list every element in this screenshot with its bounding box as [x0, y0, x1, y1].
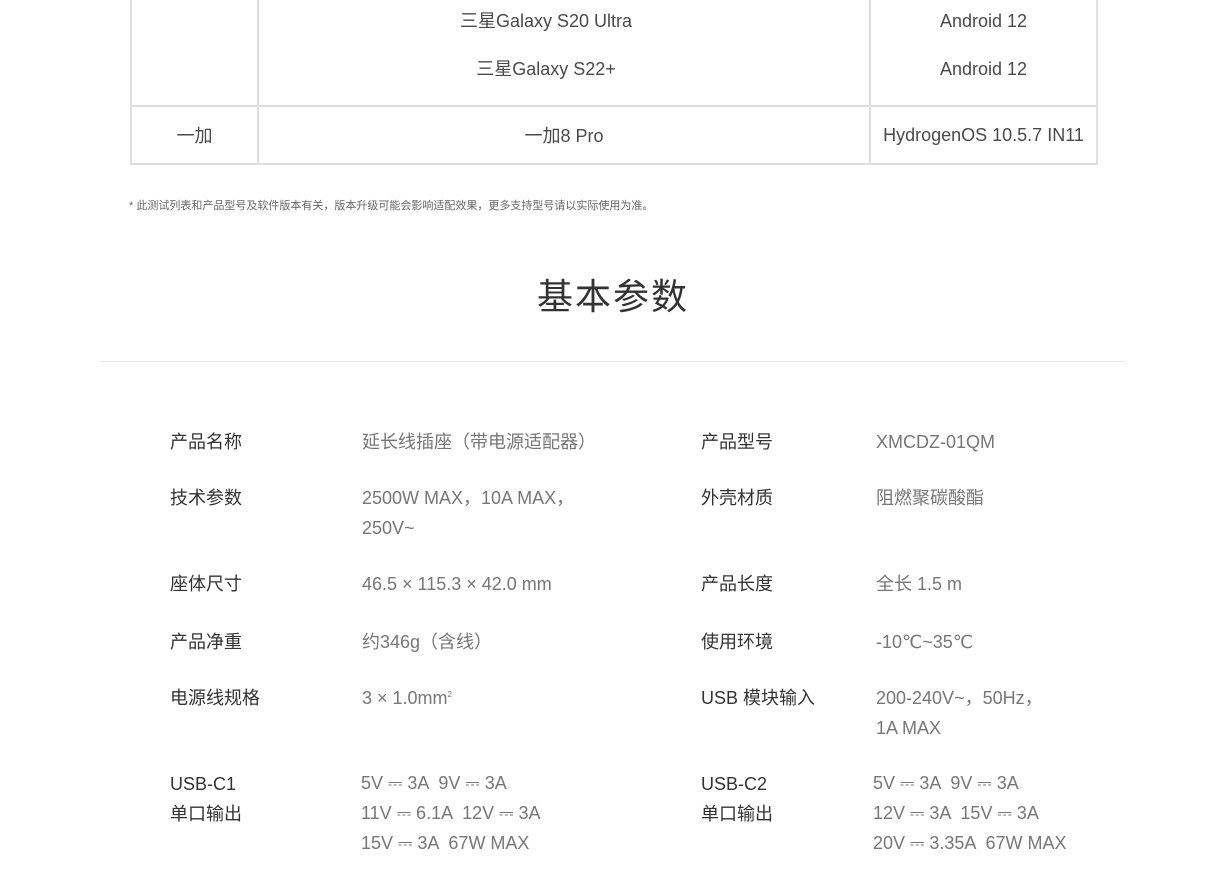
spec-label-name: 产品名称 [170, 432, 242, 452]
spec-label-usb-c1: USB-C1 单口输出 [170, 774, 242, 824]
spec-value-name: 延长线插座（带电源适配器） [362, 432, 596, 452]
section-divider [100, 361, 1126, 362]
system-cell: HydrogenOS 10.5.7 IN11 [869, 105, 1098, 165]
spec-value-size: 46.5 × 115.3 × 42.0 mm [362, 574, 552, 594]
spec-label-model: 产品型号 [701, 432, 773, 452]
spec-label-tech: 技术参数 [170, 488, 242, 508]
spec-label-cable: 电源线规格 [170, 688, 260, 708]
spec-value-tech: 2500W MAX，10A MAX， 250V~ [362, 488, 575, 538]
spec-value-cable: 3 × 1.0mm2 [362, 683, 452, 713]
model-name: 三星Galaxy S22+ [476, 59, 616, 79]
model-cell: 三星Galaxy S20 Ultra 三星Galaxy S22+ [257, 0, 871, 107]
system-version: HydrogenOS 10.5.7 IN11 [883, 124, 1084, 145]
system-cell: Android 12 Android 12 [869, 0, 1098, 107]
table-row: 三星Galaxy S20 Ultra 三星Galaxy S22+ Android… [130, 0, 1098, 107]
brand-cell: 一加 [130, 105, 259, 165]
compatibility-table: 三星Galaxy S20 Ultra 三星Galaxy S22+ Android… [130, 0, 1098, 165]
spec-value-usb-c1: 5V ⎓ 3A 9V ⎓ 3A 11V ⎓ 6.1A 12V ⎓ 3A 15V … [361, 773, 541, 853]
spec-value-usb-input: 200-240V~，50Hz， 1A MAX [876, 688, 1043, 738]
spec-label-usb-c2: USB-C2 单口输出 [701, 774, 773, 824]
spec-label-size: 座体尺寸 [170, 574, 242, 594]
product-page: 三星Galaxy S20 Ultra 三星Galaxy S22+ Android… [0, 0, 1226, 875]
model-cell: 一加8 Pro [257, 105, 871, 165]
system-version: Android 12 [939, 11, 1028, 31]
squared-superscript: 2 [447, 690, 452, 699]
spec-value-shell: 阻燃聚碳酸酯 [876, 488, 984, 508]
model-name: 一加8 Pro [524, 126, 604, 146]
brand-cell [130, 0, 259, 107]
spec-label-usb-input: USB 模块输入 [701, 688, 816, 708]
section-title: 基本参数 [536, 276, 689, 317]
spec-value-length: 全长 1.5 m [876, 574, 963, 594]
model-name: 三星Galaxy S20 Ultra [459, 11, 633, 31]
table-row: 一加 一加8 Pro HydrogenOS 10.5.7 IN11 [130, 105, 1098, 165]
spec-label-env: 使用环境 [701, 632, 773, 652]
spec-value-usb-c2: 5V ⎓ 3A 9V ⎓ 3A 12V ⎓ 3A 15V ⎓ 3A 20V ⎓ … [873, 773, 1067, 853]
system-version: Android 12 [939, 59, 1028, 79]
spec-label-weight: 产品净重 [170, 632, 242, 652]
spec-label-length: 产品长度 [701, 574, 773, 594]
spec-value-model: XMCDZ-01QM [876, 432, 996, 452]
spec-value-weight: 约346g（含线） [362, 632, 493, 652]
spec-label-shell: 外壳材质 [701, 488, 773, 508]
cable-spec-text: 3 × 1.0mm [362, 688, 448, 708]
compatibility-footnote: * 此测试列表和产品型号及软件版本有关，版本升级可能会影响适配效果，更多支持型号… [129, 200, 654, 212]
spec-value-env: -10℃~35℃ [876, 632, 973, 652]
